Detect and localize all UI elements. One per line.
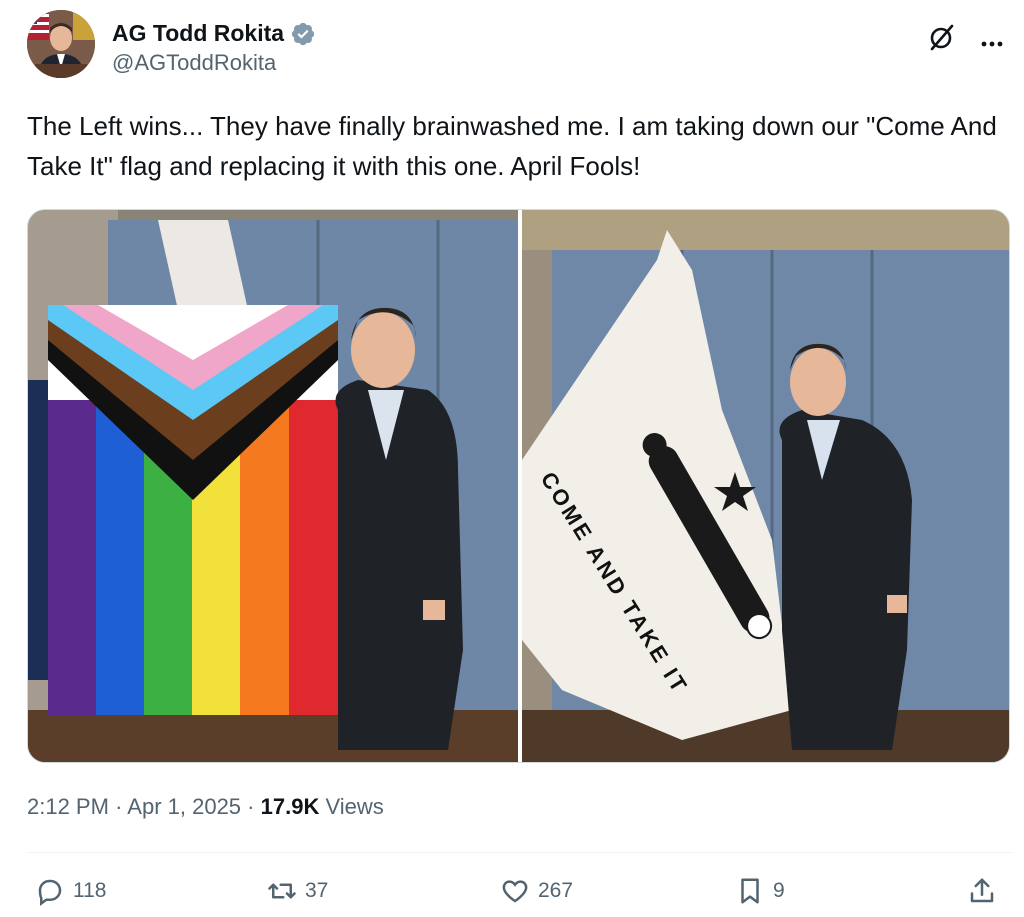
avatar[interactable] <box>27 10 95 78</box>
like-count: 267 <box>538 879 574 902</box>
bookmark-icon <box>741 878 759 904</box>
tweet-date[interactable]: Apr 1, 2025 <box>127 794 241 819</box>
photo-pride-flag[interactable] <box>28 210 518 762</box>
verified-badge-icon <box>291 22 315 45</box>
views-count: 17.9K <box>260 794 320 819</box>
share-button[interactable] <box>967 876 997 906</box>
media-grid: COME AND TAKE IT <box>27 209 1010 763</box>
divider <box>27 852 1012 853</box>
tweet-time[interactable]: 2:12 PM <box>27 794 109 819</box>
tweet-meta: 2:12 PM · Apr 1, 2025 · 17.9K Views <box>27 794 384 820</box>
tweet-header: AG Todd Rokita @AGToddRokita <box>27 10 1007 85</box>
more-icon[interactable] <box>977 22 1007 52</box>
photo-come-and-take-it-flag[interactable]: COME AND TAKE IT <box>522 210 1009 762</box>
repost-button[interactable]: 37 <box>267 876 328 906</box>
reply-count: 118 <box>73 879 107 902</box>
views-label: Views <box>325 794 384 819</box>
action-bar: 118 37 267 9 <box>27 872 1012 916</box>
like-button[interactable]: 267 <box>500 876 573 906</box>
repost-count: 37 <box>305 879 329 902</box>
reply-icon <box>38 879 62 906</box>
tweet-text: The Left wins... They have finally brain… <box>27 111 997 181</box>
share-icon <box>970 878 994 903</box>
display-name[interactable]: AG Todd Rokita <box>112 20 284 47</box>
author-handle[interactable]: @AGToddRokita <box>112 50 276 76</box>
name-row: AG Todd Rokita <box>112 20 316 47</box>
like-icon <box>502 880 528 903</box>
meta-separator: · <box>115 794 123 819</box>
meta-separator: · <box>247 794 255 819</box>
reply-button[interactable]: 118 <box>35 876 106 906</box>
grok-icon[interactable] <box>927 22 957 52</box>
bookmark-count: 9 <box>773 879 785 902</box>
bookmark-button[interactable]: 9 <box>735 876 785 906</box>
repost-icon <box>268 883 296 899</box>
